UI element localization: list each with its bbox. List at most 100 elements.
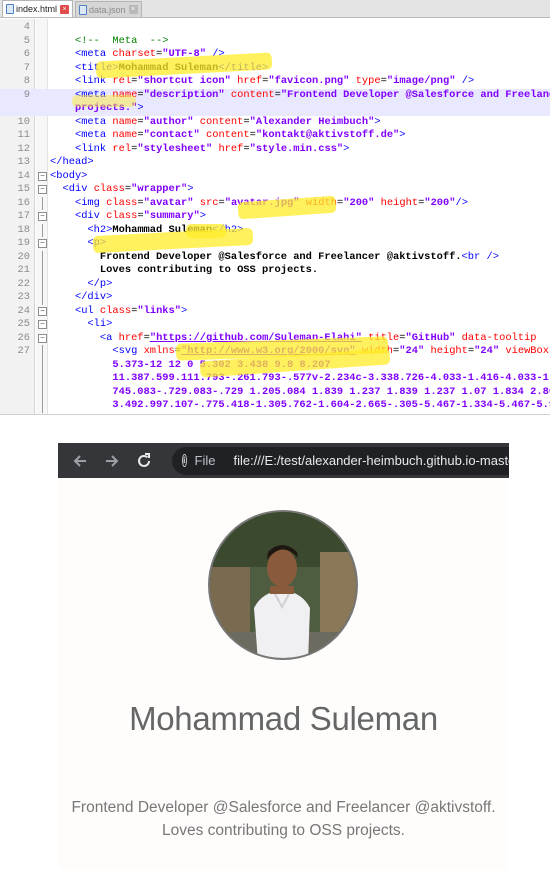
address-bar[interactable]: i File file:///E:/test/alexander-heimbuc… [172,446,509,475]
fold-toggle-icon[interactable]: − [38,320,47,329]
json-file-icon [79,4,88,15]
line-number: 14 [17,169,30,182]
code-line[interactable]: 25− <li> [0,318,550,332]
line-number: 20 [17,250,30,263]
code-text: <div class="wrapper"> [62,183,194,195]
line-number: 22 [17,277,30,290]
page-content: Mohammad Suleman Frontend Developer @Sal… [58,478,509,870]
line-number: 18 [17,223,30,236]
fold-guide [42,345,43,359]
line-number: 27 [17,345,30,357]
line-number: 17 [17,210,30,222]
line-number: 11 [17,129,30,141]
line-number: 25 [17,318,30,330]
code-text: <!-- Meta --> [74,34,169,47]
code-line[interactable]: 20 Frontend Developer @Salesforce and Fr… [0,250,550,264]
code-line[interactable]: 5 <!-- Meta --> [0,35,550,49]
code-line[interactable]: 18 <h2>Mohammad Suleman</h2> [0,223,550,237]
code-line[interactable]: 8 <link rel="shortcut icon" href="favico… [0,75,550,89]
fold-guide [42,196,43,210]
code-line[interactable]: 12 <link rel="stylesheet" href="style.mi… [0,143,550,157]
line-number: 13 [17,156,30,168]
url-text[interactable]: file:///E:/test/alexander-heimbuch.githu… [233,453,509,468]
back-icon[interactable] [66,447,94,475]
line-number: 9 [23,88,30,101]
code-text: <meta name="author" content="Alexander H… [74,115,381,128]
fold-guide [42,358,43,372]
code-area[interactable]: 4 5 <!-- Meta --> 6 <meta charset="UTF-8" … [0,19,550,414]
fold-toggle-icon[interactable]: − [38,171,47,181]
line-number: 26 [17,331,30,344]
code-line[interactable]: 4 [0,21,550,35]
code-text: Loves contributing to OSS projects. [99,264,319,276]
fold-toggle-icon[interactable]: − [38,185,47,194]
profile-summary: Frontend Developer @Salesforce and Freel… [58,796,509,842]
fold-toggle-icon[interactable]: − [38,306,47,316]
line-number: 8 [23,75,30,87]
code-line[interactable]: 6 <meta charset="UTF-8" /> [0,48,550,62]
code-text: <link rel="stylesheet" href="style.min.c… [74,142,350,155]
avatar [208,510,358,660]
line-number: 16 [17,196,30,209]
fold-toggle-icon[interactable]: − [38,239,47,248]
code-text: <li> [87,318,113,330]
fold-toggle-icon[interactable]: − [38,333,47,343]
line-number: 21 [17,264,30,276]
fold-guide [42,385,43,399]
line-number: 12 [17,142,30,155]
code-text: Frontend Developer @Salesforce and Freel… [99,250,499,263]
fold-guide [42,250,43,264]
code-text: <body> [50,169,88,182]
code-line[interactable]: 21 Loves contributing to OSS projects. [0,264,550,278]
code-line[interactable]: 7 <title>Mohammad Suleman</title> [0,62,550,76]
tab-label: index.html [16,4,58,14]
line-number: 24 [17,304,30,317]
code-text: 11.387.599.111.793-.261.793-.577v-2.234c… [112,372,550,384]
code-text: <ul class="links"> [74,304,188,317]
tab-label: data.json [89,4,126,15]
fold-guide [42,277,43,291]
fold-toggle-icon[interactable]: − [38,212,47,221]
code-text: <meta name="contact" content="kontakt@ak… [74,129,406,141]
summary-line: Loves contributing to OSS projects. [162,822,405,839]
line-number: 4 [23,21,30,33]
profile-name: Mohammad Suleman [129,700,438,737]
forward-icon[interactable] [98,447,126,475]
code-line[interactable]: 14− <body> [0,170,550,184]
line-number: 23 [17,291,30,303]
code-text: </head> [50,156,94,168]
code-line[interactable]: 15− <div class="wrapper"> [0,183,550,197]
code-text: 745.083-.729.083-.729 1.205.084 1.839 1.… [112,385,550,398]
browser-toolbar: i File file:///E:/test/alexander-heimbuc… [58,443,509,478]
code-line[interactable]: 745.083-.729.083-.729 1.205.084 1.839 1.… [0,385,550,399]
code-line[interactable]: 23 </div> [0,291,550,305]
code-text: </div> [74,291,113,303]
tab-data-json[interactable]: data.json × [75,1,142,17]
fold-guide [42,264,43,278]
fold-guide [42,399,43,413]
code-line[interactable]: 10 <meta name="author" content="Alexande… [0,116,550,130]
info-icon[interactable]: i [182,454,187,467]
line-number: 15 [17,183,30,195]
code-text: <div class="summary"> [74,210,206,222]
line-number: 10 [17,115,30,128]
code-line[interactable]: 24− <ul class="links"> [0,305,550,319]
code-line[interactable]: 22 </p> [0,277,550,291]
browser-window: i File file:///E:/test/alexander-heimbuc… [58,443,509,870]
code-line[interactable]: 19− <p> [0,237,550,251]
summary-line: Frontend Developer @Salesforce and Freel… [71,799,496,816]
fold-guide [42,372,43,386]
line-number: 19 [17,237,30,249]
tab-index-html[interactable]: index.html × [2,0,74,17]
highlight-mark [72,95,136,107]
code-line[interactable]: 11.387.599.111.793-.261.793-.577v-2.234c… [0,372,550,386]
line-number: 7 [23,61,30,74]
code-line[interactable]: 3.492.997.107-.775.418-1.305.762-1.604-2… [0,399,550,413]
code-line[interactable]: 13 </head> [0,156,550,170]
fold-guide [42,223,43,237]
reload-icon[interactable] [130,447,158,475]
close-icon[interactable]: × [60,4,70,14]
code-line[interactable]: 11 <meta name="contact" content="kontakt… [0,129,550,143]
code-editor: index.html × data.json × 4 5 <!-- Meta --… [0,0,550,415]
close-icon[interactable]: × [128,5,138,14]
